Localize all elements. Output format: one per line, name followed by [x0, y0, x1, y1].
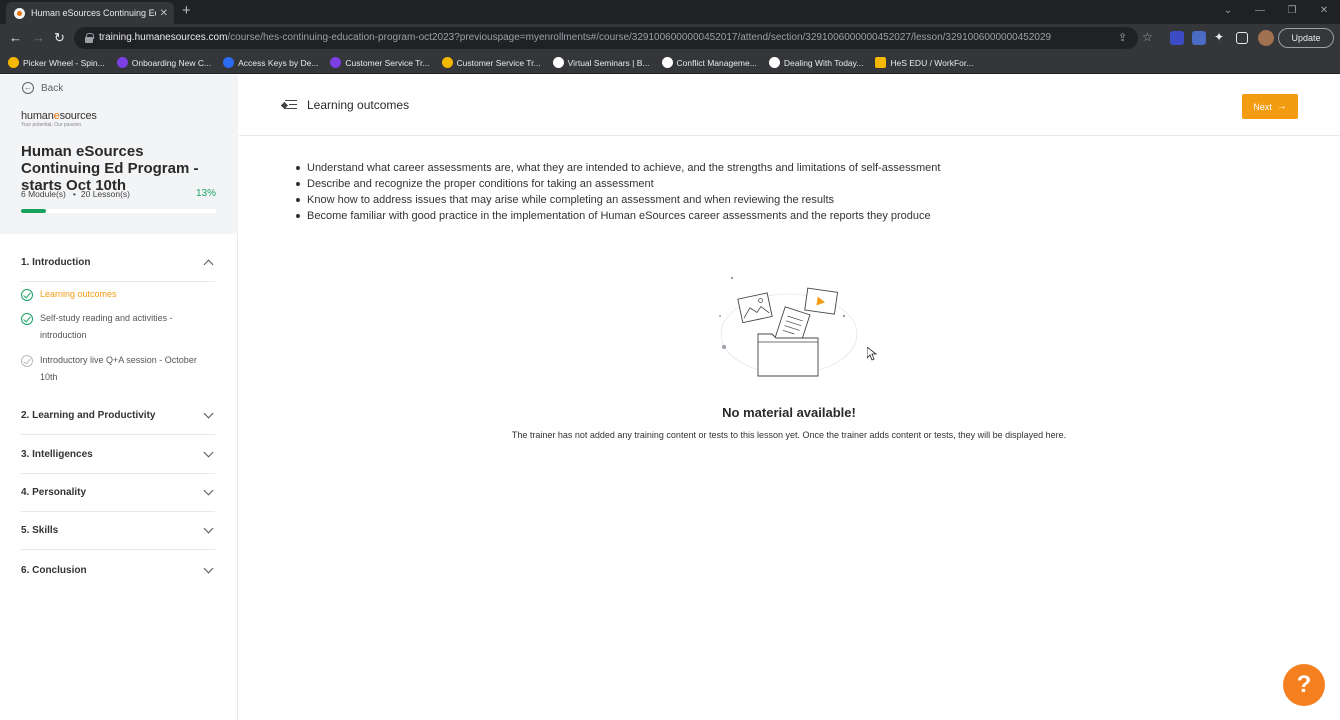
check-circle-icon	[21, 355, 33, 367]
lesson-header: Learning outcomes Next →	[239, 75, 1340, 136]
module-personality[interactable]: 4. Personality	[21, 474, 215, 512]
bookmark-favicon-icon	[8, 57, 19, 68]
chevron-down-icon	[203, 408, 214, 419]
brand-logo: humanesources Your potential. Our passio…	[21, 110, 97, 128]
progress-fill	[21, 209, 47, 213]
progress-percent: 13%	[195, 188, 216, 199]
empty-state-title: No material available!	[722, 405, 856, 420]
help-button[interactable]: ?	[1283, 664, 1325, 706]
chevron-up-icon	[203, 259, 214, 270]
bookmark-item[interactable]: Picker Wheel - Spin...	[8, 57, 105, 68]
course-meta: 6 Module(s) • 20 Lesson(s)	[21, 189, 131, 199]
mouse-pointer-icon	[867, 347, 877, 361]
lesson-title: Learning outcomes	[307, 98, 410, 112]
browser-tab[interactable]: Human eSources Continuing Edu ✕	[6, 2, 174, 24]
reload-icon[interactable]: ↻	[54, 30, 65, 46]
next-button[interactable]: Next →	[1242, 94, 1298, 119]
module-introduction[interactable]: 1. Introduction	[21, 244, 215, 282]
forward-arrow-icon[interactable]: →	[32, 30, 45, 46]
back-label: Back	[41, 82, 64, 94]
check-circle-icon	[21, 313, 33, 325]
course-title: Human eSources Continuing Ed Program - s…	[21, 143, 199, 194]
outcome-item: Understand what career assessments are, …	[295, 162, 941, 174]
bookmark-favicon-icon	[768, 57, 780, 68]
bookmark-star-icon[interactable]: ☆	[1142, 30, 1153, 44]
modules-count: 6 Module(s)	[21, 189, 66, 199]
bookmark-favicon-icon	[875, 57, 887, 68]
browser-toolbar: ← → ↻ training.humanesources.com/course/…	[0, 24, 1340, 52]
tab-title: Human eSources Continuing Edu	[31, 8, 156, 18]
bookmark-item[interactable]: Onboarding New C...	[116, 57, 211, 68]
bookmark-favicon-icon	[330, 57, 342, 68]
bookmark-item[interactable]: Access Keys by De...	[223, 57, 318, 68]
bookmark-item[interactable]: Dealing With Today...	[768, 57, 863, 68]
lesson-self-study[interactable]: Self-study reading and activities - intr…	[21, 312, 215, 344]
module-intelligences[interactable]: 3. Intelligences	[21, 436, 215, 474]
empty-state-description: The trainer has not added any training c…	[511, 430, 1067, 440]
lessons-count: 20 Lesson(s)	[80, 189, 131, 199]
chevron-down-icon	[203, 485, 214, 496]
bookmark-favicon-icon	[223, 57, 235, 68]
lesson-learning-outcomes[interactable]: Learning outcomes	[21, 288, 215, 303]
arrow-right-icon: →	[1276, 101, 1287, 112]
course-header: ← Back humanesources Your potential. Our…	[0, 75, 238, 234]
restore-icon[interactable]: ❐	[1276, 0, 1308, 24]
outcome-item: Know how to address issues that may aris…	[295, 192, 940, 208]
module-conclusion[interactable]: 6. Conclusion	[21, 551, 215, 589]
site-favicon-icon	[14, 7, 25, 19]
check-circle-icon	[21, 289, 33, 301]
outcome-item: Describe and recognize the proper condit…	[295, 176, 940, 192]
bookmarks-bar: Picker Wheel - Spin... Onboarding New C.…	[0, 52, 1340, 74]
bookmark-item[interactable]: Virtual Seminars | B...	[552, 57, 650, 68]
learning-outcomes-list: Understand what career assessments are, …	[295, 160, 941, 224]
back-link[interactable]: ← Back	[22, 82, 63, 94]
extension-icon[interactable]	[1192, 31, 1206, 45]
tab-search-icon[interactable]: ⌄	[1212, 0, 1244, 24]
bookmark-favicon-icon	[661, 57, 673, 68]
lock-icon	[85, 33, 94, 43]
close-window-icon[interactable]: ✕	[1308, 0, 1340, 24]
collapse-menu-icon[interactable]	[280, 100, 297, 110]
update-button[interactable]: Update	[1278, 28, 1334, 48]
profile-avatar[interactable]	[1258, 30, 1274, 46]
course-sidebar: ← Back humanesources Your potential. Our…	[0, 75, 238, 720]
browser-tab-bar: Human eSources Continuing Edu ✕ + ⌄ — ❐ …	[0, 0, 1340, 24]
bookmark-item[interactable]: Conflict Manageme...	[661, 57, 757, 68]
course-progress-bar	[21, 209, 216, 213]
chevron-down-icon	[203, 523, 214, 534]
close-tab-icon[interactable]: ✕	[160, 8, 168, 19]
share-icon[interactable]: ⇪	[1118, 31, 1127, 44]
bookmark-item[interactable]: Customer Service Tr...	[441, 57, 541, 68]
minimize-icon[interactable]: —	[1244, 0, 1276, 24]
url-text: training.humanesources.com/course/hes-co…	[99, 32, 1052, 43]
bookmark-favicon-icon	[552, 57, 564, 68]
back-arrow-icon[interactable]: ←	[9, 30, 22, 46]
bookmark-item[interactable]: Customer Service Tr...	[330, 57, 430, 68]
bookmark-item[interactable]: HeS EDU / WorkFor...	[875, 57, 973, 68]
window-controls: ⌄ — ❐ ✕	[1212, 0, 1340, 24]
puzzle-icon[interactable]: ✦	[1214, 30, 1224, 44]
chevron-down-icon	[203, 447, 214, 458]
new-tab-icon[interactable]: +	[182, 3, 191, 19]
module-skills[interactable]: 5. Skills	[21, 512, 215, 550]
back-arrow-icon: ←	[22, 82, 34, 94]
bookmark-favicon-icon	[116, 57, 128, 68]
side-panel-icon[interactable]	[1236, 32, 1248, 44]
outcome-item: Become familiar with good practice in th…	[295, 208, 940, 224]
extension-icon[interactable]	[1170, 31, 1184, 45]
chevron-down-icon	[203, 563, 214, 573]
empty-folder-illustration	[719, 276, 858, 377]
address-bar[interactable]: training.humanesources.com/course/hes-co…	[74, 27, 1153, 49]
module-learning-productivity[interactable]: 2. Learning and Productivity	[21, 397, 215, 435]
lesson-live-qa[interactable]: Introductory live Q+A session - October …	[21, 354, 215, 386]
bookmark-favicon-icon	[441, 57, 453, 68]
